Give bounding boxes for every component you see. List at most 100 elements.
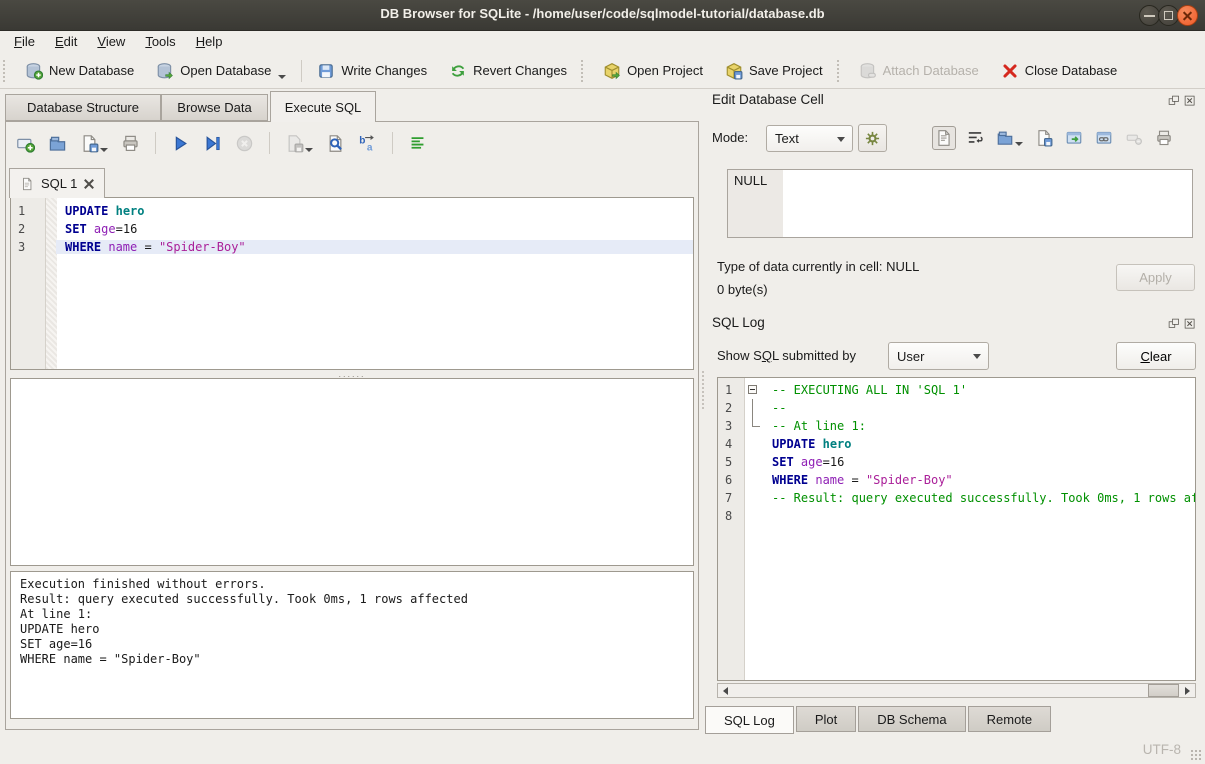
title-bar[interactable]: DB Browser for SQLite - /home/user/code/… <box>0 0 1205 31</box>
auto-apply-button[interactable] <box>858 124 887 152</box>
new-database-icon <box>25 62 43 80</box>
export-file-button[interactable] <box>1033 127 1055 149</box>
execute-all-button[interactable] <box>169 132 192 155</box>
open-sql-file-button[interactable] <box>46 132 69 155</box>
float-icon[interactable] <box>1167 317 1180 330</box>
link-button[interactable] <box>1093 127 1115 149</box>
find-button[interactable] <box>324 132 347 155</box>
format-button[interactable] <box>406 132 429 155</box>
dock-tab-sql-log[interactable]: SQL Log <box>705 706 794 734</box>
code-text: UPDATE hero <box>763 437 1195 451</box>
sql-log-pane[interactable]: 1-- EXECUTING ALL IN 'SQL 1'2--3-- At li… <box>717 377 1196 681</box>
tab-database-structure[interactable]: Database Structure <box>5 94 161 121</box>
sql-document-icon <box>20 177 34 191</box>
menu-help[interactable]: Help <box>186 32 233 51</box>
scroll-left-arrow[interactable] <box>718 684 733 697</box>
cell-value-editor[interactable]: NULL <box>727 169 1193 238</box>
apply-button: Apply <box>1116 264 1195 291</box>
menu-tools[interactable]: Tools <box>135 32 185 51</box>
sql-editor[interactable]: 1UPDATE hero2SET age=163WHERE name = "Sp… <box>10 197 694 370</box>
open-external-button[interactable] <box>1063 127 1085 149</box>
word-wrap-button[interactable] <box>964 127 986 149</box>
resize-grip-icon[interactable] <box>1190 749 1202 761</box>
scrollbar-thumb[interactable] <box>1148 684 1179 697</box>
minimize-icon <box>1144 15 1155 17</box>
dropdown-caret-icon <box>1015 142 1023 146</box>
toolbar-grip[interactable] <box>3 60 8 82</box>
toolbar-button-label: Write Changes <box>341 63 427 78</box>
scroll-right-arrow[interactable] <box>1180 684 1195 697</box>
edit-cell-title: Edit Database Cell <box>712 92 824 107</box>
code-text: -- <box>763 401 1195 415</box>
log-filter-select[interactable]: User <box>888 342 989 370</box>
text-view-button[interactable] <box>932 126 956 150</box>
set-null-button <box>1123 127 1145 149</box>
menu-view[interactable]: View <box>87 32 135 51</box>
sql-document-tab[interactable]: SQL 1 <box>9 168 105 198</box>
toolbar-grip[interactable] <box>837 60 842 82</box>
close-panel-icon[interactable] <box>1183 317 1196 330</box>
maximize-icon <box>1164 11 1173 20</box>
dock-tab-db-schema[interactable]: DB Schema <box>858 706 965 732</box>
close-sql-tab-icon[interactable] <box>84 179 94 189</box>
menu-edit[interactable]: Edit <box>45 32 87 51</box>
execution-message-pane[interactable]: Execution finished without errors. Resul… <box>10 571 694 719</box>
print-icon <box>121 134 140 153</box>
open-database-button[interactable]: Open Database <box>152 59 290 83</box>
sql-log-code: 1-- EXECUTING ALL IN 'SQL 1'2--3-- At li… <box>718 381 1195 525</box>
print-button[interactable] <box>1153 127 1175 149</box>
toolbar-grip[interactable] <box>581 60 586 82</box>
code-line: 2-- <box>718 399 1195 417</box>
line-number: 8 <box>718 509 744 523</box>
log-horizontal-scrollbar[interactable] <box>717 683 1196 698</box>
sql-editor-toolbar: ba <box>14 128 429 158</box>
line-number: 4 <box>718 437 744 451</box>
import-file-button[interactable] <box>994 127 1025 149</box>
revert-changes-button[interactable]: Revert Changes <box>445 59 571 83</box>
new-sql-tab-button[interactable] <box>14 132 37 155</box>
dropdown-caret-icon <box>305 148 313 152</box>
new-database-button[interactable]: New Database <box>21 59 138 83</box>
clear-log-button[interactable]: Clear <box>1116 342 1196 370</box>
dock-tab-plot[interactable]: Plot <box>796 706 856 732</box>
fold-marker <box>744 471 763 489</box>
toolbar-separator <box>301 60 302 82</box>
results-grid[interactable] <box>10 378 694 566</box>
line-number: 5 <box>718 455 744 469</box>
save-sql-file-icon <box>80 134 99 153</box>
maximize-button[interactable] <box>1158 5 1179 26</box>
print-button[interactable] <box>119 132 142 155</box>
replace-button[interactable]: ba <box>356 132 379 155</box>
tab-browse-data[interactable]: Browse Data <box>161 94 268 121</box>
save-sql-file-button[interactable] <box>78 132 110 155</box>
edit-cell-toolbar <box>932 124 1175 152</box>
link-icon <box>1095 129 1113 147</box>
dock-resize-handle[interactable] <box>701 370 705 410</box>
menu-file[interactable]: File <box>4 32 45 51</box>
close-panel-icon[interactable] <box>1183 94 1196 107</box>
toolbar-separator <box>269 132 270 154</box>
editor-splitter[interactable]: ...... <box>10 370 694 377</box>
code-text: WHERE name = "Spider-Boy" <box>56 240 693 254</box>
minimize-button[interactable] <box>1139 5 1160 26</box>
cell-size-label: 0 byte(s) <box>717 282 768 297</box>
mode-select[interactable]: Text <box>766 125 853 152</box>
open-project-button[interactable]: Open Project <box>599 59 707 83</box>
tab-execute-sql[interactable]: Execute SQL <box>270 91 376 122</box>
close-window-button[interactable] <box>1177 5 1198 26</box>
fold-marker <box>744 399 763 417</box>
write-changes-icon <box>317 62 335 80</box>
close-database-button[interactable]: Close Database <box>997 59 1122 83</box>
save-project-button[interactable]: Save Project <box>721 59 827 83</box>
float-icon[interactable] <box>1167 94 1180 107</box>
dock-tab-remote[interactable]: Remote <box>968 706 1052 732</box>
code-text: -- At line 1: <box>763 419 1195 433</box>
svg-text:a: a <box>367 142 373 152</box>
fold-marker[interactable] <box>744 381 763 399</box>
log-filter-label: Show SQL submitted by <box>717 348 856 363</box>
dock-tab-bar: SQL LogPlotDB SchemaRemote <box>705 706 1051 734</box>
svg-text:b: b <box>359 135 365 146</box>
write-changes-button[interactable]: Write Changes <box>313 59 431 83</box>
open-database-icon <box>156 62 174 80</box>
execute-line-button[interactable] <box>201 132 224 155</box>
